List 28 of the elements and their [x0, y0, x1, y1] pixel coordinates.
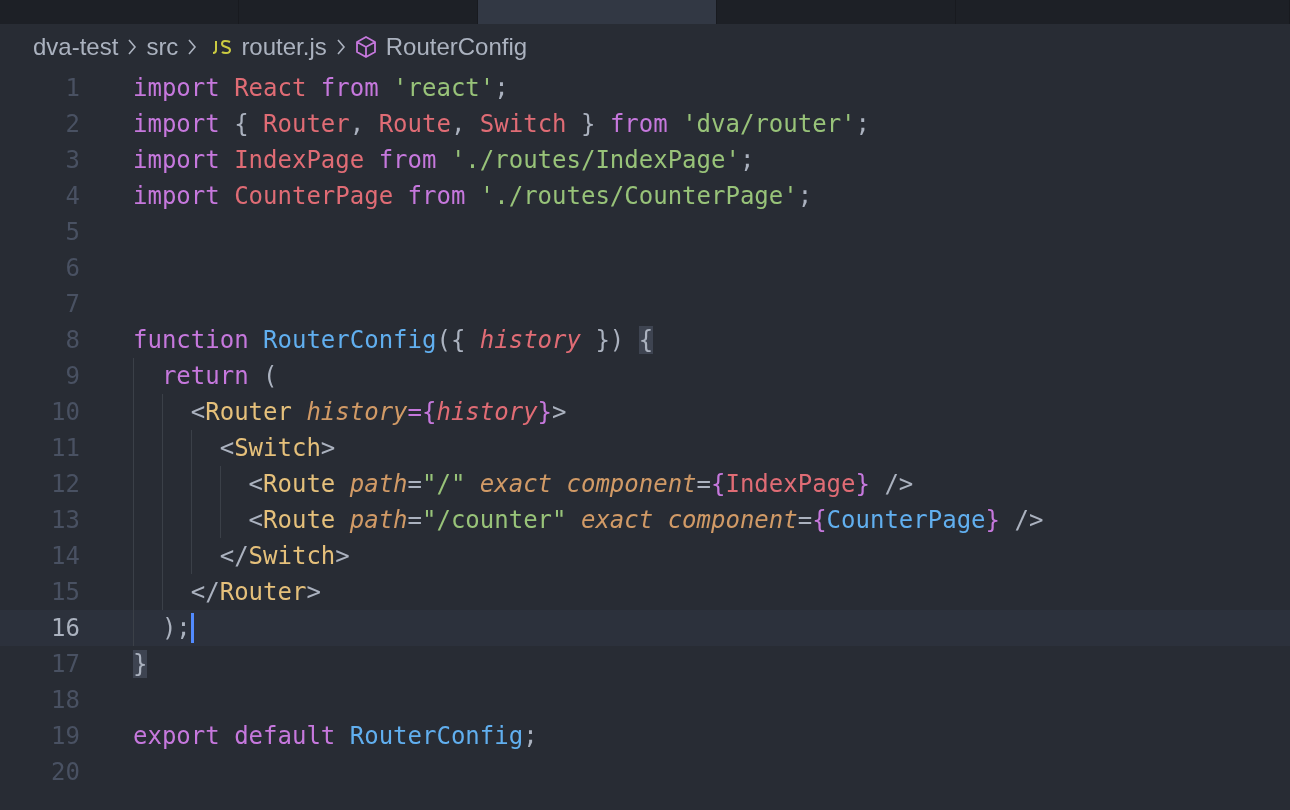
code-line: export default RouterConfig;: [133, 722, 538, 750]
line-number: 16: [50, 614, 80, 642]
code-line: import React from 'react';: [133, 74, 509, 102]
text-cursor: [190, 613, 194, 643]
code-line: import IndexPage from './routes/IndexPage';: [133, 146, 755, 174]
code-line: return (: [160, 362, 278, 390]
breadcrumb-item[interactable]: router.js: [241, 33, 327, 61]
code-line: import CounterPage from './routes/CounterPage';: [133, 182, 813, 210]
editor-tab[interactable]: [478, 0, 717, 24]
breadcrumb-item[interactable]: RouterConfig: [385, 33, 528, 61]
js-file-icon: [210, 40, 233, 54]
chevron-right-icon: [127, 38, 138, 56]
code-line: import { Router, Route, Switch } from 'dva/router';: [133, 110, 870, 138]
code-line: </Switch>: [218, 542, 350, 570]
code-line: );: [160, 614, 191, 642]
code-line: <Switch>: [218, 434, 336, 462]
code-line: </Router>: [189, 578, 321, 606]
editor-tab[interactable]: [239, 0, 478, 24]
breadcrumb-item[interactable]: src: [146, 33, 179, 61]
code-line: <Route path="/" exact component={IndexPage} />: [247, 470, 914, 498]
code-line: <Route path="/counter" exact component={CounterPage} />: [247, 506, 1044, 534]
breadcrumb-item[interactable]: dva-test: [33, 33, 119, 61]
chevron-right-icon: [187, 38, 198, 56]
editor-tab[interactable]: [717, 0, 956, 24]
code-line: <Router history={history}>: [189, 398, 567, 426]
code-line: function RouterConfig({ history }) {: [133, 326, 654, 354]
cube-icon: [354, 35, 377, 59]
chevron-right-icon: [335, 38, 346, 56]
